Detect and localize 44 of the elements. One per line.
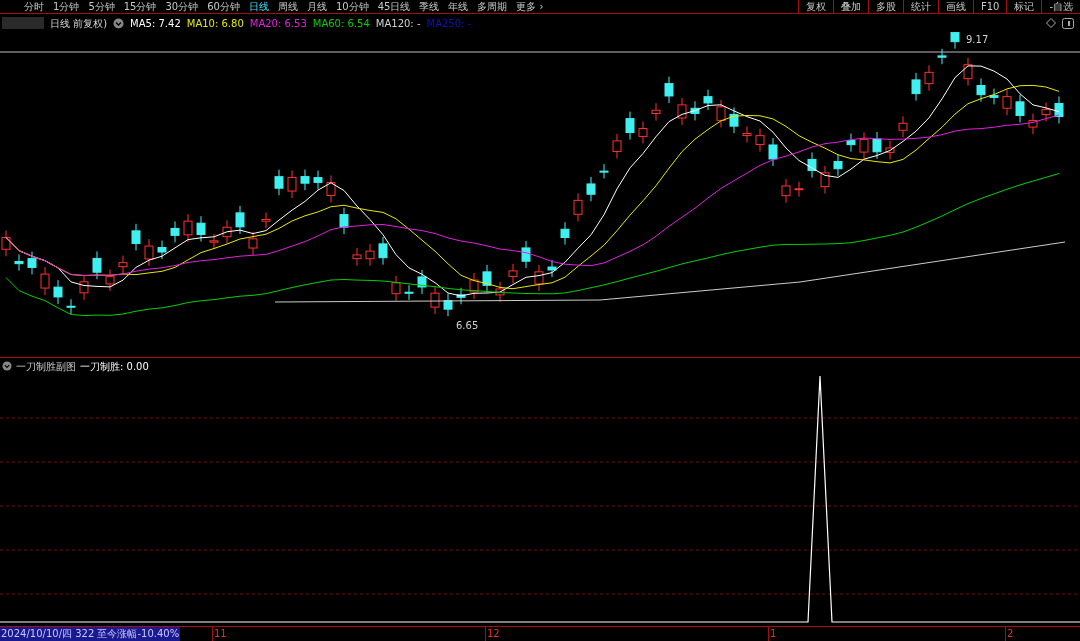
blurred-block [2, 17, 44, 29]
period-tab[interactable]: 季线 [419, 0, 440, 13]
toolbar-button[interactable]: -自选 [1041, 0, 1080, 14]
date-tick: 11 [212, 627, 227, 641]
date-tick: 12 [485, 627, 500, 641]
high-price-label: 9.17 [966, 34, 989, 45]
period-tab[interactable]: 1分钟 [53, 0, 80, 13]
period-tab[interactable]: 日线 [248, 0, 269, 13]
ma-value: MA250: - [426, 16, 472, 31]
period-tab[interactable]: 年线 [448, 0, 469, 13]
toolbar-button[interactable]: 多股 [867, 0, 903, 14]
period-tab[interactable]: 30分钟 [165, 0, 199, 13]
low-price-label: 6.65 [456, 319, 479, 333]
subchart-title: 一刀制胜副图 [16, 359, 76, 374]
collapse-icon[interactable] [113, 17, 125, 29]
indicator-value: 一刀制胜: 0.00 [80, 359, 149, 374]
period-tab[interactable]: 5分钟 [88, 0, 115, 13]
toolbar-button[interactable]: 画线 [937, 0, 973, 14]
toolbar-button[interactable]: 叠加 [832, 0, 868, 14]
period-tab[interactable]: 10分钟 [335, 0, 369, 13]
diamond-icon[interactable] [1046, 18, 1056, 28]
period-tab[interactable]: 分时 [24, 0, 44, 13]
ma-value: MA120: - [375, 16, 421, 31]
period-tab[interactable]: 60分钟 [207, 0, 240, 13]
toolbar-button[interactable]: F10 [972, 0, 1007, 14]
chart-title: 日线 前复权) [50, 16, 108, 31]
period-tab[interactable]: 更多 › [516, 0, 544, 13]
ma-value: MA5: 7.42 [130, 16, 181, 31]
period-tab[interactable]: 月线 [306, 0, 327, 13]
period-tab[interactable]: 多周期 [477, 0, 508, 13]
ma-value: MA20: 6.53 [249, 16, 307, 31]
period-tab[interactable]: 15分钟 [123, 0, 157, 13]
panel-icon[interactable] [1062, 17, 1074, 29]
period-tab[interactable]: 周线 [277, 0, 298, 13]
ma-value: MA60: 6.54 [312, 16, 370, 31]
period-tab[interactable]: 45日线 [377, 0, 411, 13]
date-tick: 2 [1005, 627, 1014, 641]
status-info: 2024/10/10/四 322 至今涨幅-10.40% [0, 627, 181, 641]
date-tick: 1 [768, 627, 777, 641]
toolbar-button[interactable]: 统计 [902, 0, 938, 14]
ma-value: MA10: 6.80 [186, 16, 244, 31]
collapse-icon[interactable] [2, 361, 12, 371]
toolbar-button[interactable]: 复权 [797, 0, 833, 14]
toolbar-button[interactable]: 标记 [1006, 0, 1042, 14]
